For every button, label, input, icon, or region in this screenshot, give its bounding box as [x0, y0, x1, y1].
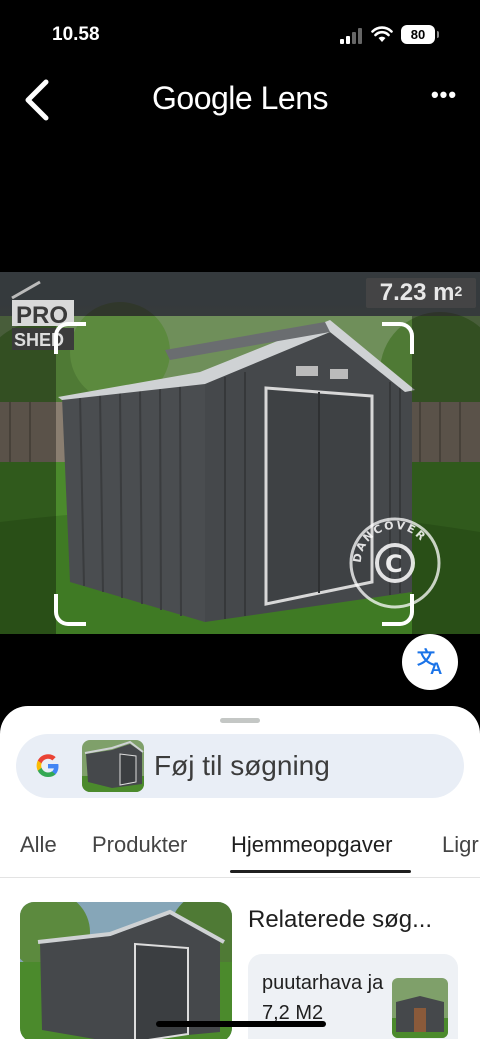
svg-text:C: C [385, 550, 403, 578]
search-image-thumbnail [82, 740, 144, 792]
crop-handle-bottom-right[interactable] [382, 594, 414, 626]
related-searches-title: Relaterede søg... [248, 906, 433, 933]
related-search-query: puutarhava ja 7,2 M2 [262, 972, 384, 1024]
area-value: 7.23 m [379, 279, 455, 306]
translate-button[interactable]: 文 A [402, 634, 458, 690]
area-badge: 7.23 m2 [366, 278, 476, 308]
sheet-drag-handle[interactable] [220, 718, 260, 723]
tab-lignende[interactable]: Ligr [442, 832, 479, 858]
result-image-card[interactable] [20, 902, 232, 1039]
home-indicator[interactable] [156, 1021, 326, 1027]
active-tab-indicator [230, 870, 411, 873]
tab-alle[interactable]: Alle [20, 832, 57, 858]
related-search-thumbnail [392, 978, 448, 1038]
image-dim-overlay [0, 316, 56, 634]
app-header: Google Lens ••• [0, 70, 480, 130]
results-sheet: Føj til søgning Alle Produkter Hjemmeopg… [0, 706, 480, 1039]
results-tabs: Alle Produkter Hjemmeopgaver Ligr [0, 828, 480, 878]
translate-icon: 文 A [417, 647, 442, 678]
tab-produkter[interactable]: Produkter [92, 832, 187, 858]
add-to-search-label: Føj til søgning [154, 750, 330, 781]
page-title: Google Lens [152, 80, 328, 116]
area-unit: 2 [454, 283, 463, 299]
wifi-icon [371, 26, 393, 42]
tab-hjemmeopgaver[interactable]: Hjemmeopgaver [231, 832, 392, 858]
battery-indicator: 80 [401, 25, 439, 44]
svg-text:A: A [430, 659, 442, 678]
add-to-search-bar[interactable]: Føj til søgning [16, 734, 464, 798]
status-bar: 10.58 80 [0, 0, 480, 70]
crop-handle-bottom-left[interactable] [54, 594, 86, 626]
cellular-signal-icon [340, 28, 364, 44]
crop-handle-top-left[interactable] [54, 322, 86, 354]
crop-handle-top-right[interactable] [382, 322, 414, 354]
google-logo-icon [36, 754, 59, 777]
status-time: 10.58 [52, 24, 100, 45]
more-options-button[interactable]: ••• [426, 82, 462, 108]
